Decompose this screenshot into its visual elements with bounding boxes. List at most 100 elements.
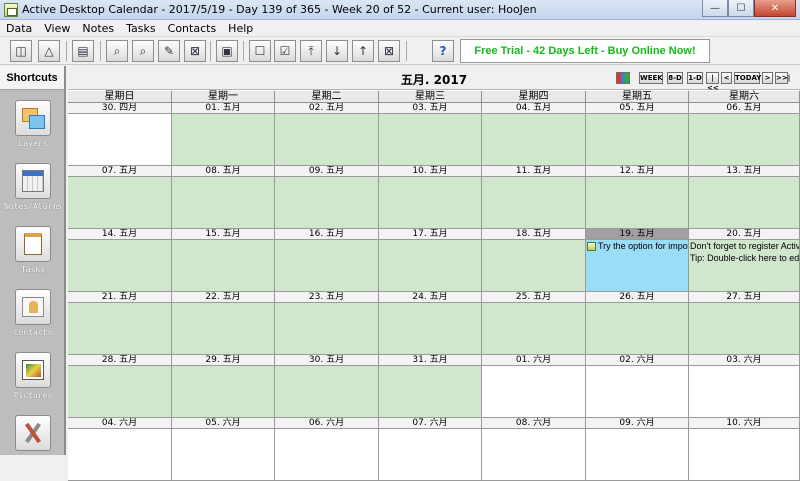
delete-button[interactable]: ⊠ — [184, 40, 206, 62]
shortcut-layers[interactable]: Layers — [0, 100, 66, 164]
day-body[interactable] — [689, 177, 799, 228]
day-cell[interactable]: 12. 五月 — [586, 166, 689, 229]
edit-button[interactable]: ✎ — [158, 40, 180, 62]
day-cell[interactable]: 08. 五月 — [172, 166, 275, 229]
clipboard-button[interactable]: ▣ — [216, 40, 238, 62]
move-down-button[interactable]: ↓ — [326, 40, 348, 62]
day-cell[interactable]: 22. 五月 — [172, 292, 275, 355]
day-cell[interactable]: 26. 五月 — [586, 292, 689, 355]
day-cell[interactable]: 04. 六月 — [68, 418, 172, 481]
prev-button[interactable]: < — [721, 72, 732, 84]
one-day-view-button[interactable]: 1-D — [687, 72, 703, 84]
today-button[interactable]: TODAY — [734, 72, 761, 84]
day-body[interactable] — [275, 177, 378, 228]
day-body[interactable] — [68, 366, 171, 417]
day-cell[interactable]: 09. 五月 — [275, 166, 379, 229]
day-body[interactable] — [586, 366, 688, 417]
day-body[interactable] — [379, 303, 481, 354]
day-body[interactable] — [689, 114, 799, 165]
day-cell[interactable]: 31. 五月 — [379, 355, 482, 418]
menu-help[interactable]: Help — [222, 20, 259, 37]
shortcut-tools[interactable] — [0, 415, 66, 479]
day-cell[interactable]: 18. 五月 — [482, 229, 586, 292]
day-cell[interactable]: 17. 五月 — [379, 229, 482, 292]
day-body[interactable] — [379, 114, 481, 165]
day-cell[interactable]: 30. 五月 — [275, 355, 379, 418]
day-body[interactable] — [482, 240, 585, 291]
menu-view[interactable]: View — [38, 20, 76, 37]
day-body[interactable] — [586, 114, 688, 165]
day-cell[interactable]: 05. 五月 — [586, 103, 689, 166]
help-button[interactable]: ? — [432, 40, 454, 62]
day-body[interactable] — [482, 114, 585, 165]
day-cell[interactable]: 02. 五月 — [275, 103, 379, 166]
day-body[interactable] — [275, 366, 378, 417]
day-cell[interactable]: 08. 六月 — [482, 418, 586, 481]
day-body[interactable] — [68, 303, 171, 354]
day-body[interactable] — [379, 366, 481, 417]
maximize-button[interactable]: ☐ — [728, 0, 754, 17]
shortcut-pictures[interactable]: Pictures — [0, 352, 66, 416]
pictures-tile[interactable] — [15, 352, 51, 388]
calendar-note[interactable]: Don't forget to register Active D — [689, 240, 799, 252]
shortcut-tasks[interactable]: Tasks — [0, 226, 66, 290]
day-cell[interactable]: 03. 五月 — [379, 103, 482, 166]
day-body[interactable]: Don't forget to register Active D Tip: Do… — [689, 240, 799, 291]
day-body[interactable] — [689, 366, 799, 417]
day-cell[interactable]: 02. 六月 — [586, 355, 689, 418]
day-body[interactable] — [275, 303, 378, 354]
tools-tile[interactable] — [15, 415, 51, 451]
day-body[interactable] — [482, 366, 585, 417]
complete-task-button[interactable]: ☑ — [274, 40, 296, 62]
day-cell[interactable]: 05. 六月 — [172, 418, 275, 481]
layers-tile[interactable] — [15, 100, 51, 136]
move-top-button[interactable]: ⤒ — [300, 40, 322, 62]
day-cell[interactable]: 28. 五月 — [68, 355, 172, 418]
menu-notes[interactable]: Notes — [76, 20, 120, 37]
tasks-tile[interactable] — [15, 226, 51, 262]
day-body[interactable] — [172, 366, 274, 417]
menu-tasks[interactable]: Tasks — [120, 20, 161, 37]
new-layer-button[interactable]: ◫ — [10, 40, 32, 62]
day-cell[interactable]: 20. 五月Don't forget to register Active D T… — [689, 229, 800, 292]
day-body[interactable] — [68, 240, 171, 291]
minimize-button[interactable]: — — [702, 0, 728, 17]
day-cell[interactable]: 01. 五月 — [172, 103, 275, 166]
day-body[interactable] — [689, 303, 799, 354]
week-view-button[interactable]: WEEK — [639, 72, 663, 84]
eight-day-view-button[interactable]: 8-D — [667, 72, 683, 84]
day-body[interactable] — [379, 240, 481, 291]
day-cell[interactable]: 04. 五月 — [482, 103, 586, 166]
next-month-fast-button[interactable]: >>| — [775, 72, 790, 84]
day-cell[interactable]: 16. 五月 — [275, 229, 379, 292]
day-cell[interactable]: 21. 五月 — [68, 292, 172, 355]
day-cell[interactable]: 06. 六月 — [275, 418, 379, 481]
menu-data[interactable]: Data — [0, 20, 38, 37]
contacts-tile[interactable] — [15, 289, 51, 325]
day-body[interactable] — [275, 114, 378, 165]
close-button[interactable]: ✕ — [754, 0, 796, 17]
day-cell[interactable]: 25. 五月 — [482, 292, 586, 355]
day-cell[interactable]: 29. 五月 — [172, 355, 275, 418]
color-layers-button[interactable] — [616, 72, 630, 84]
day-body[interactable] — [172, 303, 274, 354]
trial-banner[interactable]: Free Trial - 42 Days Left - Buy Online N… — [460, 39, 710, 63]
calendar-note[interactable]: Try the option for importing — [586, 240, 688, 252]
day-cell[interactable]: 06. 五月 — [689, 103, 800, 166]
day-body[interactable] — [482, 177, 585, 228]
day-cell[interactable]: 27. 五月 — [689, 292, 800, 355]
day-body[interactable]: Try the option for importing — [586, 240, 688, 291]
day-cell[interactable]: 14. 五月 — [68, 229, 172, 292]
day-body[interactable] — [172, 114, 274, 165]
day-cell[interactable]: 10. 五月 — [379, 166, 482, 229]
day-cell[interactable]: 10. 六月 — [689, 418, 800, 481]
day-cell[interactable]: 03. 六月 — [689, 355, 800, 418]
new-task-button[interactable]: ☐ — [249, 40, 271, 62]
find-next-button[interactable]: ⌕ — [132, 40, 154, 62]
day-cell[interactable]: 23. 五月 — [275, 292, 379, 355]
day-body[interactable] — [586, 303, 688, 354]
day-cell[interactable]: 30. 四月 — [68, 103, 172, 166]
day-body[interactable] — [68, 177, 171, 228]
day-cell[interactable]: 09. 六月 — [586, 418, 689, 481]
print-button[interactable]: ▤ — [72, 40, 94, 62]
